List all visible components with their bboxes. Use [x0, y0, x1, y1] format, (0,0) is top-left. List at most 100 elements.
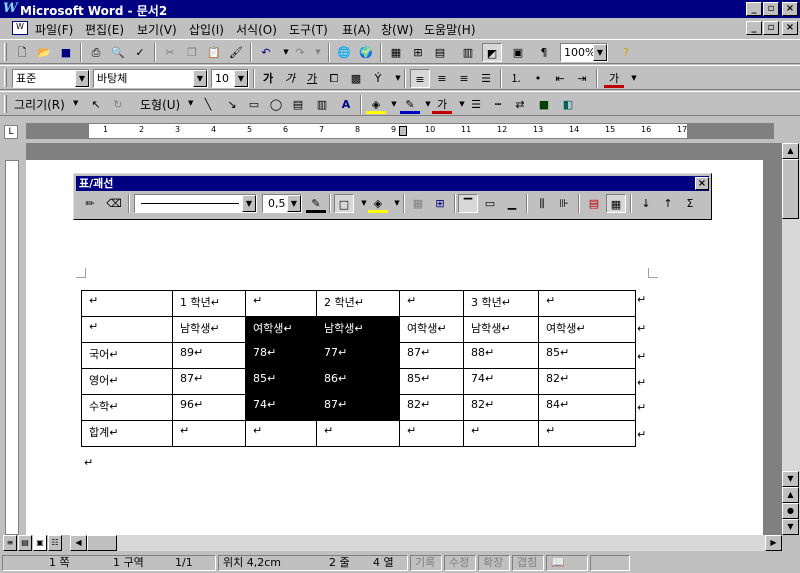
table-cell-selected[interactable]: 86↵ [316, 368, 400, 395]
arrow-icon[interactable]: ↘ [222, 95, 242, 114]
chevron-down-icon[interactable]: ▼ [193, 70, 207, 87]
align-middle-icon[interactable]: ▭ [480, 194, 500, 213]
doc-close-button[interactable]: × [782, 21, 798, 35]
italic-button[interactable]: 가 [280, 69, 300, 88]
scroll-thumb[interactable] [782, 159, 799, 219]
print-icon[interactable]: ⎙ [86, 43, 106, 62]
hscroll-thumb[interactable] [87, 535, 117, 551]
menu-insert[interactable]: 삽입(I) [189, 21, 224, 38]
table-cell[interactable]: 84↵ [538, 394, 636, 421]
char-border-icon[interactable]: ⧠ [324, 69, 344, 88]
rectangle-icon[interactable]: ▭ [244, 95, 264, 114]
oval-icon[interactable]: ◯ [266, 95, 286, 114]
line-icon[interactable]: ╲ [198, 95, 218, 114]
autoshapes-dropdown-icon[interactable]: ▼ [188, 99, 193, 107]
insert-table-icon[interactable]: ⊞ [408, 43, 428, 62]
toolbar-grip[interactable] [4, 43, 7, 61]
chevron-down-icon[interactable]: ▼ [287, 195, 301, 212]
table-cell-selected[interactable]: 77↵ [316, 342, 400, 369]
line-style-icon[interactable]: ☰ [466, 95, 486, 114]
table-cell[interactable]: 합계↵ [81, 420, 173, 447]
align-center-icon[interactable]: ≡ [432, 69, 452, 88]
table-cell[interactable]: 남학생↵ [463, 316, 539, 343]
eraser-icon[interactable]: ⌫ [104, 194, 124, 213]
table-cell[interactable]: 96↵ [172, 394, 246, 421]
increase-indent-icon[interactable]: ⇥ [572, 69, 592, 88]
document-table[interactable]: ↵ 1 학년↵ ↵ 2 학년↵ ↵ 3 학년↵ ↵ ↵ 남학생↵ 여학생↵ 남학… [81, 290, 636, 447]
horizontal-scrollbar[interactable]: ◀ ▶ [70, 535, 782, 551]
redo-dropdown-icon[interactable]: ▼ [308, 43, 328, 62]
tables-borders-palette[interactable]: 표/괘선 × ✏ ⌫ ▼ 0,5 ▼ ✎ □ ▼ ◈ ▼ ▦ ⊞ ▔ ▭ ▁ ⫼ … [73, 173, 712, 220]
redo-icon[interactable]: ↷ [290, 43, 310, 62]
menu-format[interactable]: 서식(O) [236, 21, 277, 38]
font-color-button[interactable]: 가 [604, 69, 624, 88]
open-folder-icon[interactable]: 📂 [34, 43, 54, 62]
table-cell-selected[interactable]: 남학생↵ [316, 316, 400, 343]
status-ovr[interactable]: 겹침 [512, 555, 544, 571]
status-ext[interactable]: 확장 [478, 555, 510, 571]
bullets-icon[interactable]: • [528, 69, 548, 88]
dash-style-icon[interactable]: ┅ [488, 95, 508, 114]
show-hide-icon[interactable]: ¶ [534, 43, 554, 62]
minimize-button[interactable]: _ [746, 2, 762, 16]
insert-wordart-icon[interactable]: A [336, 95, 356, 114]
table-cell[interactable]: 82↵ [399, 394, 464, 421]
line-weight-combo[interactable]: 0,5 ▼ [262, 194, 302, 213]
office-assistant-icon[interactable]: ? [616, 43, 636, 62]
new-document-icon[interactable]: 🗋 [12, 43, 32, 62]
chevron-down-icon[interactable]: ▼ [75, 70, 89, 87]
table-cell[interactable]: ↵ [81, 290, 173, 317]
select-pointer-icon[interactable]: ↖ [86, 95, 106, 114]
table-cell[interactable]: 88↵ [463, 342, 539, 369]
tab-selector-icon[interactable]: L [4, 125, 18, 139]
wordart-icon[interactable]: ▥ [312, 95, 332, 114]
distribute-rows-icon[interactable]: ⫼ [532, 194, 552, 213]
scroll-up-button[interactable]: ▲ [782, 143, 799, 159]
arrow-style-icon[interactable]: ⇄ [510, 95, 530, 114]
char-shading-icon[interactable]: ▩ [346, 69, 366, 88]
web-layout-icon[interactable]: ▤ [18, 535, 32, 551]
draw-font-color-icon[interactable]: 가 [432, 95, 452, 114]
table-cell[interactable]: 국어↵ [81, 342, 173, 369]
web-toolbar-icon[interactable]: 🌍 [356, 43, 376, 62]
draw-dropdown-icon[interactable]: ▼ [73, 99, 78, 107]
underline-button[interactable]: 가 [302, 69, 322, 88]
document-icon[interactable]: W [12, 21, 28, 35]
table-cell[interactable]: 89↵ [172, 342, 246, 369]
table-cell[interactable]: 82↵ [538, 368, 636, 395]
save-icon[interactable]: ■ [56, 43, 76, 62]
align-top-icon[interactable]: ▔ [458, 194, 478, 213]
toolbar-grip[interactable] [4, 95, 7, 113]
scroll-left-button[interactable]: ◀ [70, 535, 87, 551]
table-cell-selected[interactable]: 여학생↵ [245, 316, 317, 343]
menu-file[interactable]: 파일(F) [35, 21, 73, 38]
table-cell[interactable]: ↵ [172, 420, 246, 447]
columns-icon[interactable]: ▥ [458, 43, 478, 62]
table-cell[interactable]: 여학생↵ [538, 316, 636, 343]
table-cell[interactable]: ↵ [463, 420, 539, 447]
table-cell[interactable]: 3 학년↵ [463, 290, 539, 317]
palette-title[interactable]: 표/괘선 [76, 176, 709, 191]
line-color-icon[interactable]: ✎ [400, 95, 420, 114]
next-page-button[interactable]: ▼ [782, 519, 799, 535]
previous-page-button[interactable]: ▲ [782, 487, 799, 503]
fill-color-icon[interactable]: ◈ [366, 95, 386, 114]
table-cell[interactable]: ↵ [81, 316, 173, 343]
doc-minimize-button[interactable]: _ [746, 21, 762, 35]
paste-icon[interactable]: 📋 [204, 43, 224, 62]
table-cell[interactable]: 74↵ [463, 368, 539, 395]
copy-icon[interactable]: ❐ [182, 43, 202, 62]
font-combo[interactable]: 바탕체 ▼ [93, 69, 208, 88]
table-cell[interactable]: ↵ [245, 420, 317, 447]
spelling-icon[interactable]: ✓ [130, 43, 150, 62]
horizontal-ruler[interactable]: 1 2 3 4 5 6 7 8 9 10 11 12 13 14 15 16 1… [26, 123, 774, 139]
menu-edit[interactable]: 편집(E) [85, 21, 124, 38]
insert-excel-icon[interactable]: ▤ [430, 43, 450, 62]
sort-descending-icon[interactable]: ↑ [658, 194, 678, 213]
free-rotate-icon[interactable]: ↻ [108, 95, 128, 114]
align-justify-icon[interactable]: ≡ [410, 69, 430, 88]
spelling-status-icon[interactable]: 📖 [546, 555, 588, 571]
split-cells-icon[interactable]: ⊞ [430, 194, 450, 213]
maximize-button[interactable]: ▫ [763, 2, 779, 16]
table-cell-selected[interactable]: 85↵ [245, 368, 317, 395]
